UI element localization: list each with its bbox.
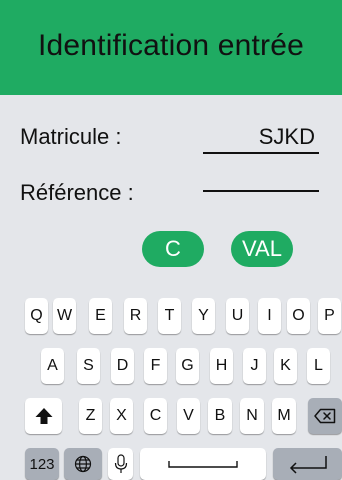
matricule-input[interactable]: SJKD (203, 124, 315, 150)
return-icon (289, 456, 327, 474)
reference-label: Référence : (20, 180, 134, 205)
backspace-icon (314, 408, 336, 424)
app-header: Identification entrée (0, 0, 342, 95)
backspace-key[interactable] (308, 398, 342, 434)
microphone-key[interactable] (108, 448, 133, 480)
key-e[interactable]: E (89, 298, 112, 334)
shift-key[interactable] (25, 398, 62, 434)
key-i[interactable]: I (258, 298, 281, 334)
shift-icon (35, 408, 52, 424)
key-h[interactable]: H (210, 348, 233, 384)
key-q[interactable]: Q (25, 298, 48, 334)
cancel-button[interactable]: C (142, 231, 204, 267)
key-u[interactable]: U (226, 298, 249, 334)
key-c[interactable]: C (144, 398, 167, 434)
key-p[interactable]: P (318, 298, 341, 334)
space-key[interactable] (140, 448, 266, 480)
key-m[interactable]: M (272, 398, 296, 434)
key-x[interactable]: X (110, 398, 133, 434)
space-icon (168, 461, 238, 468)
key-l[interactable]: L (307, 348, 330, 384)
reference-underline (203, 190, 319, 192)
page-title: Identification entrée (37, 29, 305, 62)
key-b[interactable]: B (208, 398, 232, 434)
matricule-label: Matricule : (20, 124, 122, 149)
key-k[interactable]: K (274, 348, 297, 384)
key-s[interactable]: S (77, 348, 100, 384)
numbers-key[interactable]: 123 (25, 448, 59, 480)
key-t[interactable]: T (158, 298, 181, 334)
globe-icon (74, 455, 92, 473)
return-key[interactable] (273, 448, 342, 480)
key-d[interactable]: D (111, 348, 134, 384)
key-z[interactable]: Z (79, 398, 102, 434)
validate-button[interactable]: VAL (231, 231, 293, 267)
microphone-icon (114, 454, 127, 473)
key-v[interactable]: V (177, 398, 200, 434)
matricule-underline (203, 152, 319, 154)
key-y[interactable]: Y (192, 298, 215, 334)
key-n[interactable]: N (240, 398, 264, 434)
key-f[interactable]: F (144, 348, 167, 384)
key-o[interactable]: O (287, 298, 310, 334)
globe-key[interactable] (64, 448, 102, 480)
key-j[interactable]: J (243, 348, 266, 384)
key-a[interactable]: A (41, 348, 64, 384)
key-w[interactable]: W (53, 298, 76, 334)
key-r[interactable]: R (124, 298, 147, 334)
key-g[interactable]: G (176, 348, 199, 384)
